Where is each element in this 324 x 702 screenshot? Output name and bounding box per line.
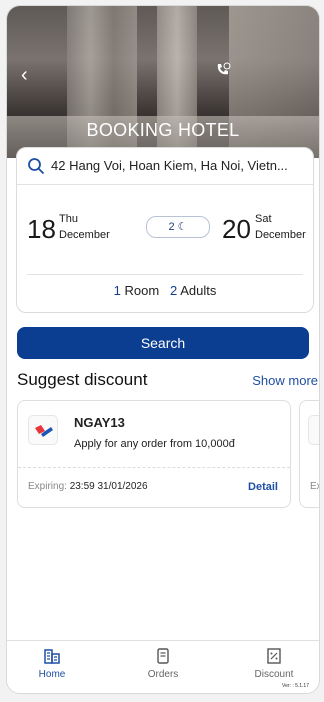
hero-banner: ‹ BOOKING HOTEL — [7, 6, 319, 158]
wallet-logo-graphic — [309, 416, 320, 444]
detail-link[interactable]: Detail — [248, 481, 278, 493]
bottom-tab-bar: Home Orders Discount Ver: : 5.1.17 — [7, 640, 319, 693]
rooms-count: 1 — [113, 283, 121, 298]
checkout-day: 20 — [222, 214, 251, 244]
tab-orders[interactable]: Orders — [123, 647, 203, 680]
checkin-day: 18 — [27, 214, 56, 244]
phone-call-icon[interactable] — [215, 62, 231, 83]
wallet-logo-graphic — [35, 425, 53, 437]
tab-home-label: Home — [38, 669, 66, 680]
checkin-weekday: Thu — [59, 213, 78, 225]
discount-description: Apply for any order from 10,000đ — [74, 438, 235, 450]
expiry-label: Expiring: — [28, 481, 67, 492]
version-label: Ver: : 5.1.17 — [282, 683, 309, 689]
checkout-month: December — [255, 229, 306, 241]
location-search-field[interactable]: 42 Hang Voi, Hoan Kiem, Ha Noi, Vietn... — [17, 148, 313, 185]
phone-screen: ‹ BOOKING HOTEL 42 Hang Voi, Hoan Kiem, … — [6, 5, 320, 694]
card-divider — [27, 274, 303, 275]
guests-selector[interactable]: 1 Room 2 Adults — [17, 283, 313, 298]
discount-voucher-icon — [267, 648, 281, 664]
search-button[interactable]: Search — [17, 327, 309, 359]
discount-separator — [18, 467, 290, 468]
tab-home[interactable]: Home — [12, 647, 92, 680]
tab-discount-label: Discount — [254, 669, 294, 680]
nights-count: 2 — [168, 221, 175, 233]
date-range-picker[interactable]: 18 Thu December 2 ☾ 20 Sat December — [27, 194, 306, 246]
discount-expiry: Expiring: 23:59 31/01/2026 — [28, 481, 148, 492]
section-title: Suggest discount — [17, 370, 148, 389]
discount-card-partial[interactable]: Ex — [299, 400, 320, 508]
moon-icon: ☾ — [177, 221, 188, 233]
phone-call-icon-graphic — [217, 62, 231, 75]
checkout-weekday: Sat — [255, 213, 272, 225]
rooms-label: Room — [124, 283, 160, 298]
discount-card[interactable]: NGAY13 Apply for any order from 10,000đ … — [17, 400, 291, 508]
wallet-logo-icon — [28, 415, 58, 445]
adults-label: Adults — [180, 283, 217, 298]
back-icon[interactable]: ‹ — [21, 64, 28, 87]
adults-count: 2 — [170, 283, 178, 298]
show-more-link[interactable]: Show more — [252, 373, 318, 388]
page-title: BOOKING HOTEL — [86, 120, 240, 140]
wallet-logo-icon — [308, 415, 320, 445]
nights-badge: 2 ☾ — [146, 216, 210, 238]
search-icon — [28, 158, 44, 174]
booking-card: 42 Hang Voi, Hoan Kiem, Ha Noi, Vietn...… — [16, 147, 314, 313]
tab-discount[interactable]: Discount — [234, 647, 314, 680]
expiry-label-partial: Ex — [310, 481, 319, 492]
discount-code: NGAY13 — [74, 415, 125, 430]
receipt-icon — [157, 648, 169, 664]
tab-orders-label: Orders — [147, 669, 179, 680]
checkin-month: December — [59, 229, 110, 241]
building-icon — [44, 649, 60, 664]
location-address: 42 Hang Voi, Hoan Kiem, Ha Noi, Vietn... — [51, 158, 288, 173]
expiry-value: 23:59 31/01/2026 — [69, 481, 148, 492]
